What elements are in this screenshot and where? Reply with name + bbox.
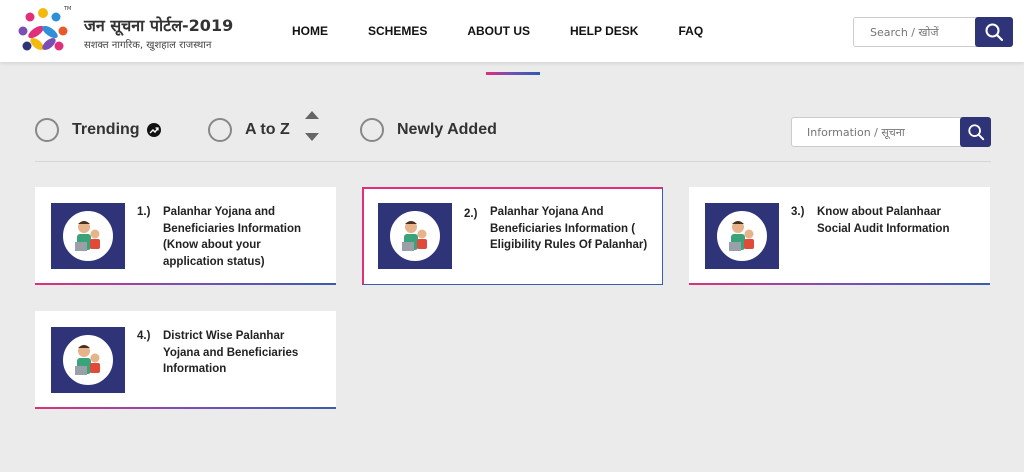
info-card-3[interactable]: 3.) Know about Palanhaar Social Audit In… (689, 187, 990, 285)
nav-home[interactable]: HOME (292, 24, 328, 38)
card-underline (35, 283, 336, 285)
info-card-4[interactable]: 4.) District Wise Palanhar Yojana and Be… (35, 311, 336, 409)
filter-trending[interactable]: Trending (35, 118, 161, 142)
sort-arrows-icon[interactable] (304, 109, 320, 143)
nav-about-us[interactable]: ABOUT US (467, 24, 530, 38)
nav-schemes[interactable]: SCHEMES (368, 24, 427, 38)
card-title: District Wise Palanhar Yojana and Benefi… (163, 330, 299, 375)
card-underline (689, 283, 990, 285)
card-underline (35, 407, 336, 409)
nav-help-desk[interactable]: HELP DESK (570, 24, 638, 38)
parent-child-icon (729, 221, 754, 251)
top-header: TM जन सूचना पोर्टल-2019 सशक्त नागरिक, खु… (0, 0, 1024, 62)
trending-icon (146, 123, 161, 137)
filter-newly-added[interactable]: Newly Added (360, 118, 497, 142)
parent-child-icon (75, 345, 100, 375)
newly-added-radio[interactable] (360, 118, 384, 142)
card-thumbnail (51, 203, 125, 269)
card-number: 1.) (137, 206, 151, 218)
newly-added-label: Newly Added (397, 121, 497, 138)
card-thumbnail (378, 203, 452, 269)
card-title: Know about Palanhaar Social Audit Inform… (817, 206, 950, 235)
card-number: 2.) (464, 208, 478, 220)
portal-logo[interactable]: TM (14, 4, 72, 60)
information-search-button[interactable] (960, 117, 991, 147)
header-search-button[interactable] (975, 17, 1013, 47)
atoz-radio[interactable] (208, 118, 232, 142)
card-thumbnail (705, 203, 779, 269)
trending-radio[interactable] (35, 118, 59, 142)
portal-title: जन सूचना पोर्टल-2019 (84, 16, 234, 35)
info-card-1[interactable]: 1.) Palanhar Yojana and Beneficiaries In… (35, 187, 336, 285)
main-nav: HOME SCHEMES ABOUT US HELP DESK FAQ (292, 24, 743, 38)
card-number: 4.) (137, 330, 151, 342)
header-search (853, 17, 1013, 47)
card-number: 3.) (791, 206, 805, 218)
information-search-input[interactable] (792, 118, 960, 146)
card-title: Palanhar Yojana And Beneficiaries Inform… (490, 206, 648, 251)
card-thumbnail (51, 327, 125, 393)
header-search-input[interactable] (854, 18, 976, 46)
portal-tagline: सशक्त नागरिक, खुशहाल राजस्थान (84, 40, 212, 51)
atoz-label: A to Z (245, 121, 290, 138)
information-search (791, 117, 991, 147)
card-title: Palanhar Yojana and Beneficiaries Inform… (163, 206, 302, 268)
info-card-2[interactable]: 2.) Palanhar Yojana And Beneficiaries In… (362, 187, 663, 285)
filter-divider (35, 161, 991, 162)
trending-label: Trending (72, 121, 140, 138)
search-icon (967, 124, 984, 141)
parent-child-icon (75, 221, 100, 251)
search-icon (985, 23, 1004, 42)
filter-atoz[interactable]: A to Z (208, 118, 290, 142)
nav-faq[interactable]: FAQ (678, 24, 703, 38)
section-indicator (486, 72, 540, 75)
svg-text:TM: TM (63, 6, 71, 12)
parent-child-icon (402, 221, 427, 251)
